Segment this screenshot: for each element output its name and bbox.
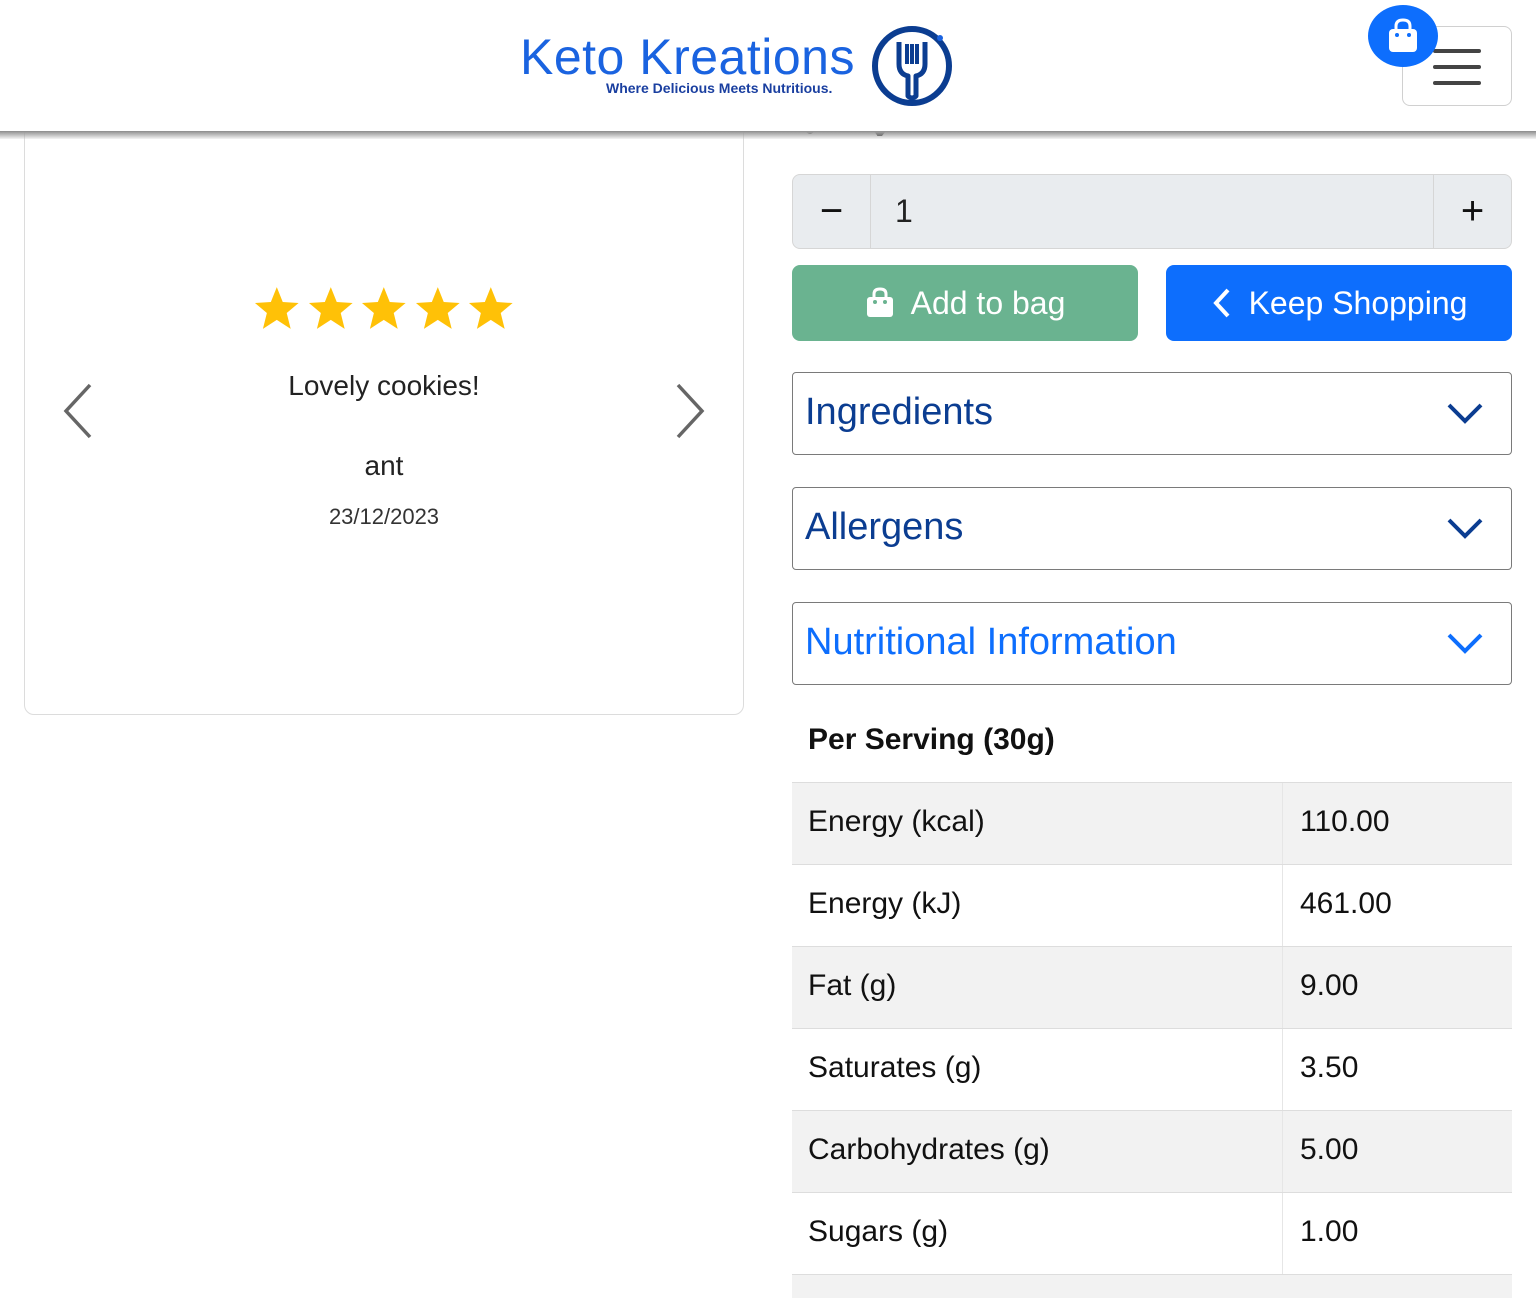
shopping-bag-icon [1389,18,1417,52]
star-icon [415,287,460,329]
site-header: Keto Kreations Where Delicious Meets Nut… [0,0,1536,131]
cell-divider [1282,865,1283,946]
nutrient-value: 9.00 [1300,969,1359,1002]
star-icon [254,287,299,329]
table-row: Fat (g) 9.00 [792,946,1512,1028]
hamburger-icon [1433,49,1481,53]
cell-divider [1282,783,1283,864]
review-date: 23/12/2023 [328,504,440,529]
nutrient-label: Sugars (g) [808,1215,949,1248]
table-row: Carbohydrates (g) 5.00 [792,1110,1512,1192]
cart-button[interactable] [1368,5,1438,67]
cell-divider [1282,947,1283,1028]
site-logo[interactable]: Keto Kreations Where Delicious Meets Nut… [520,24,960,110]
star-icon [362,287,406,329]
quantity-increase-button[interactable]: + [1433,175,1511,248]
table-row: Energy (kJ) 461.00 [792,864,1512,946]
add-to-bag-button[interactable]: Add to bag [792,265,1138,341]
table-row: Sugars (g) 1.00 [792,1192,1512,1274]
accordion-nutritional-information[interactable]: Nutritional Information [792,602,1512,685]
logo-text: Keto Kreations [520,29,855,85]
accordion-label: Nutritional Information [805,621,1177,663]
quantity-stepper: − 1 + [792,174,1512,249]
nutrition-table: Energy (kcal) 110.00 Energy (kJ) 461.00 Fat … [792,782,1512,1298]
logo-tagline: Where Delicious Meets Nutritious. [606,80,833,96]
star-icon [469,287,513,329]
nutrient-value: 1.00 [1300,1215,1359,1248]
review-rating [252,285,516,331]
chevron-down-icon [1447,518,1483,539]
star-icon [308,287,353,329]
accordion-ingredients[interactable]: Ingredients [792,372,1512,455]
accordion-label: Allergens [805,506,964,548]
table-row [792,1274,1512,1298]
quantity-input[interactable]: 1 [895,193,913,230]
nutrient-label: Saturates (g) [808,1051,982,1084]
table-row: Saturates (g) 3.50 [792,1028,1512,1110]
cell-divider [1282,1111,1283,1192]
nutrient-label: Carbohydrates (g) [808,1133,1050,1166]
hamburger-line [1433,65,1481,69]
add-to-bag-label: Add to bag [910,284,1066,321]
nutrition-heading: Per Serving (30g) [808,723,1055,756]
shopping-bag-icon [866,287,893,317]
nutrient-label: Energy (kJ) [808,887,962,920]
nutrient-value: 3.50 [1300,1051,1359,1084]
nutrient-label: Energy (kcal) [808,805,985,838]
chevron-down-icon [1447,403,1483,424]
accordion-allergens[interactable]: Allergens [792,487,1512,570]
table-row: Energy (kcal) 110.00 [792,782,1512,864]
review-text: Lovely cookies! [288,370,480,401]
keep-shopping-label: Keep Shopping [1248,284,1468,321]
cell-divider [1282,1029,1283,1110]
accordion-label: Ingredients [805,391,994,433]
nutrient-value: 110.00 [1300,805,1390,838]
nutrient-value: 461.00 [1300,887,1392,920]
fork-logo-icon [872,26,952,106]
review-carousel [24,100,744,715]
quantity-decrease-button[interactable]: − [793,175,871,248]
hamburger-line [1433,81,1481,85]
nutrient-label: Fat (g) [808,969,897,1002]
nutrient-value: 5.00 [1300,1133,1359,1166]
cell-divider [1282,1193,1283,1274]
chevron-left-icon [1212,288,1230,318]
chevron-down-icon [1447,633,1483,654]
review-author: ant [364,450,404,481]
keep-shopping-button[interactable]: Keep Shopping [1166,265,1512,341]
